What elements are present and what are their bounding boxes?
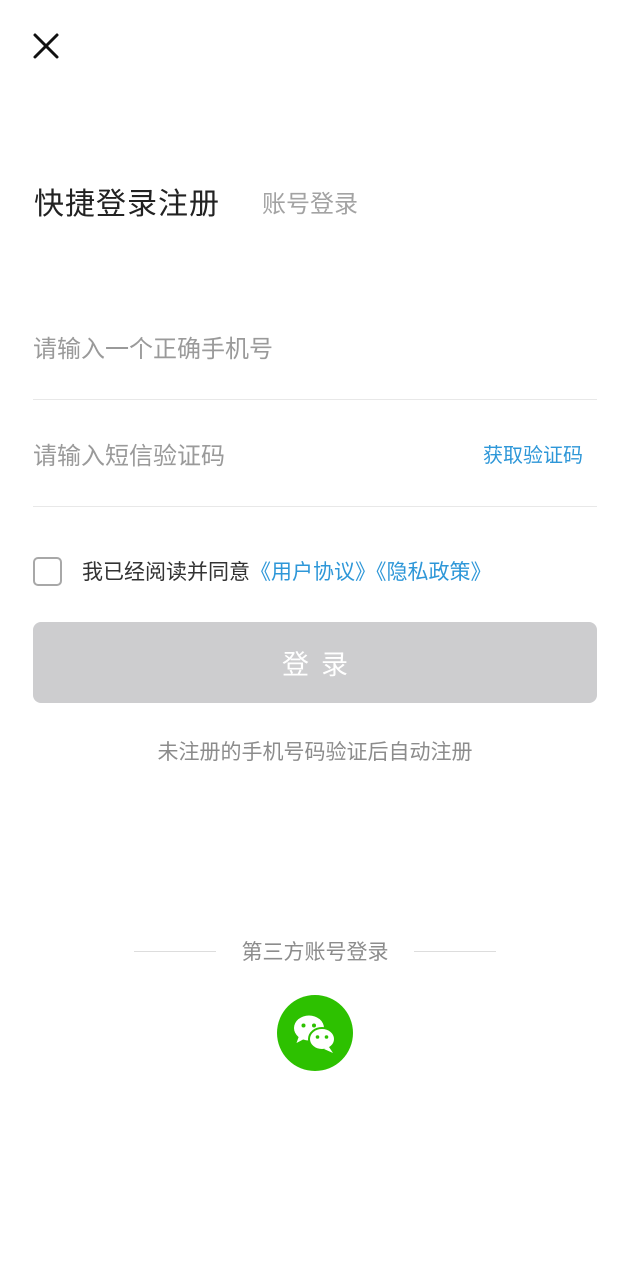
divider-line-right xyxy=(414,950,496,952)
agreement-text: 我已经阅读并同意《用户协议》《隐私政策》 xyxy=(82,556,492,586)
close-icon xyxy=(33,33,59,59)
sms-code-input[interactable] xyxy=(33,417,453,495)
tab-quick-login[interactable]: 快捷登录注册 xyxy=(34,179,220,223)
divider-line-left xyxy=(134,950,216,952)
agreement-row: 我已经阅读并同意《用户协议》《隐私政策》 xyxy=(33,554,492,588)
close-button[interactable] xyxy=(28,28,64,64)
agreement-checkbox[interactable] xyxy=(33,556,62,586)
phone-field-container xyxy=(33,310,597,400)
user-agreement-link[interactable]: 《用户协议》 xyxy=(250,560,376,584)
wechat-login-button[interactable] xyxy=(277,995,353,1071)
tab-account-login[interactable]: 账号登录 xyxy=(262,184,358,219)
privacy-policy-link[interactable]: 《隐私政策》 xyxy=(376,560,492,584)
login-button-label: 登录 xyxy=(282,650,360,681)
login-tabs: 快捷登录注册 账号登录 xyxy=(34,176,358,226)
third-party-title: 第三方账号登录 xyxy=(241,940,389,964)
third-party-divider: 第三方账号登录 xyxy=(134,934,496,968)
get-code-button[interactable]: 获取验证码 xyxy=(483,439,583,468)
login-button[interactable]: 登录 xyxy=(33,622,597,703)
agreement-prefix: 我已经阅读并同意 xyxy=(82,560,250,584)
code-field-container: 获取验证码 xyxy=(33,417,597,507)
phone-input[interactable] xyxy=(33,310,453,388)
auto-register-hint: 未注册的手机号码验证后自动注册 xyxy=(157,740,473,764)
wechat-icon xyxy=(294,1015,336,1053)
